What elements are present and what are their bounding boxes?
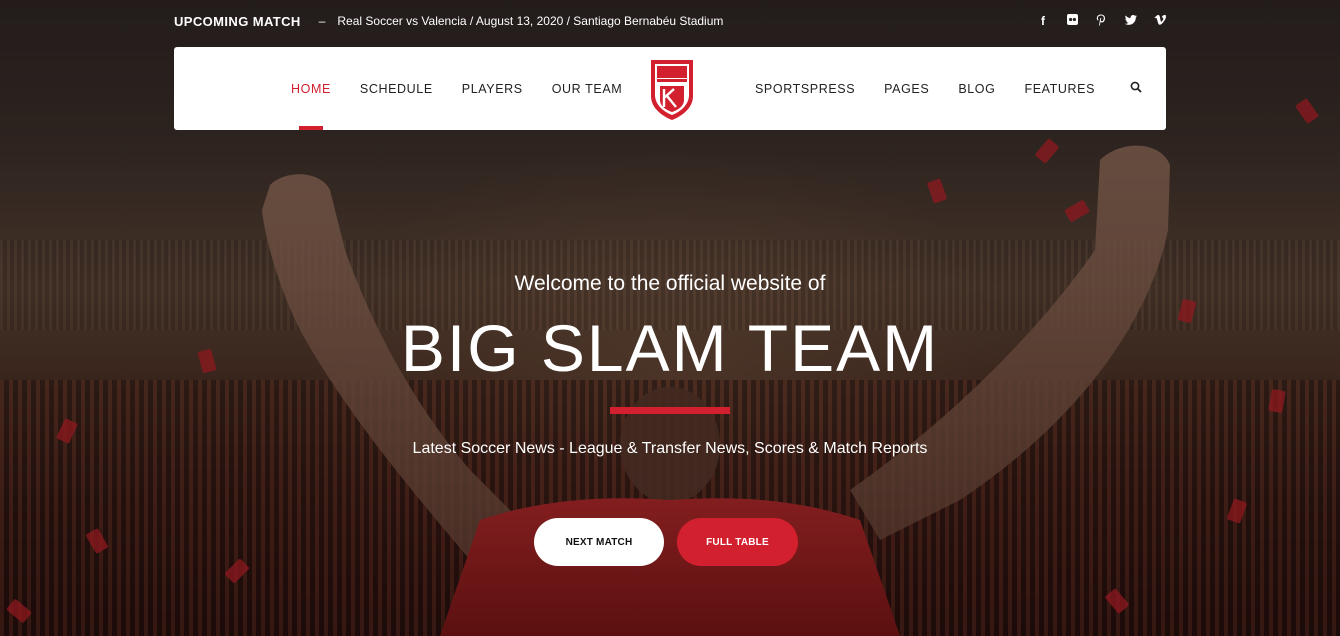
nav-item-sportspress[interactable]: SPORTSPRESS	[755, 47, 855, 130]
social-links: f	[1038, 13, 1166, 29]
separator-dash: –	[318, 14, 326, 28]
twitter-icon[interactable]	[1125, 14, 1137, 29]
welcome-text: Welcome to the official website of	[514, 272, 826, 295]
flickr-icon[interactable]	[1067, 13, 1078, 29]
nav-item-players[interactable]: PLAYERS	[462, 47, 523, 130]
pinterest-icon[interactable]	[1096, 14, 1106, 29]
hero-title: BIG SLAM TEAM	[400, 311, 940, 385]
upcoming-match-label: UPCOMING MATCH	[174, 13, 301, 29]
main-navigation: HOME SCHEDULE PLAYERS OUR TEAM SPORTSPRE…	[174, 47, 1166, 130]
nav-item-features[interactable]: FEATURES	[1024, 47, 1095, 130]
title-underline	[610, 407, 730, 414]
nav-item-our-team[interactable]: OUR TEAM	[552, 47, 623, 130]
next-match-button[interactable]: NEXT MATCH	[534, 518, 664, 566]
full-table-button[interactable]: FULL TABLE	[677, 518, 798, 566]
facebook-icon[interactable]: f	[1038, 14, 1048, 29]
search-icon[interactable]	[1130, 80, 1144, 94]
nav-item-schedule[interactable]: SCHEDULE	[360, 47, 433, 130]
nav-item-pages[interactable]: PAGES	[884, 47, 929, 130]
upcoming-match-info[interactable]: Real Soccer vs Valencia / August 13, 202…	[337, 14, 723, 28]
vimeo-icon[interactable]	[1154, 14, 1166, 29]
club-logo[interactable]	[648, 56, 696, 122]
nav-item-blog[interactable]: BLOG	[958, 47, 995, 130]
upcoming-match-bar: UPCOMING MATCH – Real Soccer vs Valencia…	[174, 10, 1166, 32]
nav-item-home[interactable]: HOME	[291, 47, 331, 130]
nav-right-group: SPORTSPRESS PAGES BLOG FEATURES	[755, 47, 1124, 130]
hero-subtitle: Latest Soccer News - League & Transfer N…	[412, 440, 928, 457]
nav-left-group: HOME SCHEDULE PLAYERS OUR TEAM	[291, 47, 651, 130]
